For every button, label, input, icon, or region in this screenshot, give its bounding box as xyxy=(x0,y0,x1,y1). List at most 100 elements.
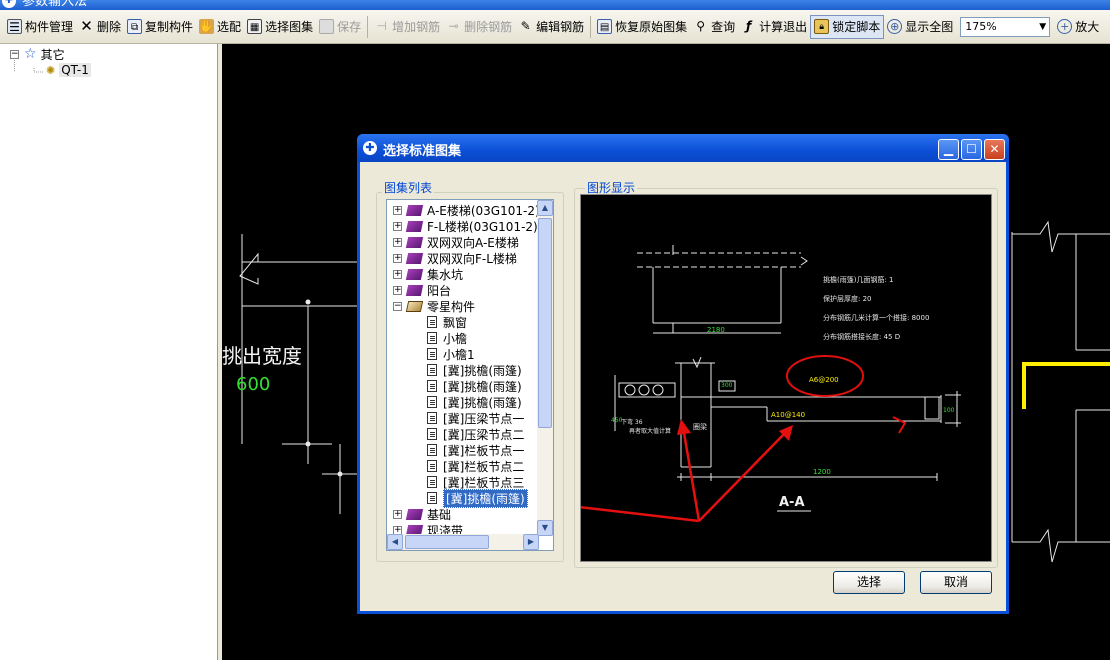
expand-toggle-icon[interactable]: + xyxy=(393,205,402,215)
atlas-item-label: [冀]挑檐(雨篷) xyxy=(443,379,522,394)
expand-toggle-icon[interactable]: + xyxy=(393,221,402,231)
atlas-item-label: 双网双向A-E楼梯 xyxy=(427,235,519,250)
component-tree-panel: − ☆ 其它 ✺ QT-1 xyxy=(0,44,218,660)
maximize-button[interactable]: ☐ xyxy=(961,139,982,160)
atlas-item-label: [冀]挑檐(雨篷) xyxy=(443,395,522,410)
preview-info-4: 分布钢筋搭接长度: 45 D xyxy=(823,333,901,341)
atlas-category-item[interactable]: + A-E楼梯(03G101-2) xyxy=(393,202,540,218)
atlas-item-label: A-E楼梯(03G101-2) xyxy=(427,203,540,218)
expand-toggle-icon[interactable]: + xyxy=(393,237,402,247)
atlas-entry-item[interactable]: [冀]挑檐(雨篷) xyxy=(427,488,528,508)
minimize-button[interactable]: ▁ xyxy=(938,139,959,160)
zoom-in-icon: + xyxy=(1057,19,1073,34)
document-icon xyxy=(427,492,437,504)
atlas-item-label: [冀]挑檐(雨篷) xyxy=(443,363,522,378)
component-manager-button[interactable]: ☰ 构件管理 xyxy=(4,15,76,39)
atlas-entry-item[interactable]: [冀]压梁节点一 xyxy=(427,410,524,426)
document-icon xyxy=(427,364,437,376)
atlas-entry-item[interactable]: [冀]栏板节点一 xyxy=(427,442,524,458)
scroll-down-icon[interactable]: ▼ xyxy=(537,520,553,536)
scroll-left-icon[interactable]: ◀ xyxy=(387,534,403,550)
scroll-right-icon[interactable]: ▶ xyxy=(523,534,539,550)
atlas-category-item[interactable]: + 双网双向A-E楼梯 xyxy=(393,234,519,250)
tree-connector-lines xyxy=(14,58,44,73)
calc-exit-button[interactable]: ƒ 计算退出 xyxy=(738,15,810,39)
tree-horizontal-scrollbar[interactable]: ◀ ▶ xyxy=(387,534,539,550)
atlas-entry-item[interactable]: [冀]压梁节点二 xyxy=(427,426,524,442)
select-atlas-button[interactable]: ▦ 选择图集 xyxy=(244,15,316,39)
expand-toggle-icon[interactable]: + xyxy=(393,285,402,295)
document-icon xyxy=(427,332,437,344)
overhang-width-label: 挑出宽度 xyxy=(222,344,302,368)
atlas-item-label: [冀]压梁节点一 xyxy=(443,411,525,426)
dim-small-label: 100 xyxy=(943,407,955,414)
atlas-category-item[interactable]: + F-L楼梯(03G101-2) xyxy=(393,218,538,234)
atlas-category-item[interactable]: − 零星构件 xyxy=(393,298,475,314)
select-button[interactable]: 选择 xyxy=(833,571,905,594)
fit-view-button[interactable]: ⊕ 显示全图 xyxy=(884,15,956,39)
document-icon xyxy=(427,460,437,472)
atlas-category-item[interactable]: + 基础 xyxy=(393,506,451,522)
document-icon xyxy=(427,380,437,392)
lock-icon: 🔒︎ xyxy=(814,19,830,34)
expand-toggle-icon[interactable]: + xyxy=(393,509,402,519)
close-button[interactable]: ✕ xyxy=(984,139,1005,160)
copy-component-button[interactable]: ⧉ 复制构件 xyxy=(124,15,196,39)
book-icon xyxy=(405,236,424,248)
atlas-entry-item[interactable]: 小檐 xyxy=(427,330,467,346)
edit-rebar-button[interactable]: ✎ 编辑钢筋 xyxy=(515,15,587,39)
delete-button[interactable]: ✕ 删除 xyxy=(76,15,124,39)
save-button[interactable]: 保存 xyxy=(316,15,364,39)
add-rebar-button[interactable]: ⊣ 增加钢筋 xyxy=(371,15,443,39)
collapse-toggle-icon[interactable]: − xyxy=(393,301,402,311)
query-icon: ⚲ xyxy=(696,19,706,33)
zoom-select[interactable]: 175% ▼ xyxy=(960,16,1051,37)
restore-icon: ▤ xyxy=(597,19,613,34)
dialog-app-icon: ✚ xyxy=(363,141,377,155)
atlas-tree[interactable]: + A-E楼梯(03G101-2) + F-L楼梯(03G101-2) + 双网双向A-E… xyxy=(386,199,554,551)
atlas-entry-item[interactable]: [冀]挑檐(雨篷) xyxy=(427,362,522,378)
expand-toggle-icon[interactable]: + xyxy=(393,253,402,263)
atlas-category-item[interactable]: + 双网双向F-L楼梯 xyxy=(393,250,517,266)
copy-icon: ⧉ xyxy=(127,19,143,34)
atlas-item-label: 小檐1 xyxy=(443,347,475,362)
book-icon xyxy=(405,268,424,280)
fit-view-icon: ⊕ xyxy=(887,19,903,34)
expand-toggle-icon[interactable]: + xyxy=(393,269,402,279)
tree-vertical-scrollbar[interactable]: ▲ ▼ xyxy=(537,200,553,536)
preview-info-2: 保护层厚度: 20 xyxy=(823,295,872,303)
atlas-item-label: 阳台 xyxy=(427,283,452,298)
restore-atlas-button[interactable]: ▤ 恢复原始图集 xyxy=(594,15,690,39)
atlas-item-label: [冀]栏板节点一 xyxy=(443,443,525,458)
scroll-thumb[interactable] xyxy=(405,535,489,549)
query-button[interactable]: ⚲ 查询 xyxy=(690,15,738,39)
document-icon xyxy=(427,444,437,456)
scroll-up-icon[interactable]: ▲ xyxy=(537,200,553,216)
atlas-entry-item[interactable]: 飘窗 xyxy=(427,314,467,330)
cancel-button[interactable]: 取消 xyxy=(920,571,992,594)
atlas-entry-item[interactable]: [冀]挑檐(雨篷) xyxy=(427,394,522,410)
scroll-thumb[interactable] xyxy=(538,218,552,428)
lock-script-button[interactable]: 🔒︎ 锁定脚本 xyxy=(810,14,885,39)
overhang-width-value: 600 xyxy=(236,374,271,395)
section-label: A-A xyxy=(779,495,805,510)
document-icon xyxy=(427,316,437,328)
select-match-button[interactable]: ✋ 选配 xyxy=(196,15,244,39)
atlas-item-label: F-L楼梯(03G101-2) xyxy=(427,219,538,234)
edit-rebar-icon: ✎ xyxy=(520,19,531,33)
atlas-category-item[interactable]: + 集水坑 xyxy=(393,266,463,282)
document-icon xyxy=(427,396,437,408)
zoom-in-button[interactable]: + 放大 xyxy=(1054,15,1102,39)
beam-label: 圈梁 xyxy=(693,423,707,431)
remove-rebar-button[interactable]: ⊸ 删除钢筋 xyxy=(443,15,515,39)
atlas-entry-item[interactable]: [冀]挑檐(雨篷) xyxy=(427,378,522,394)
select-atlas-dialog: ✚ 选择标准图集 ▁ ☐ ✕ 图集列表 + A-E楼梯(03G101-2) + F-L… xyxy=(357,134,1009,614)
atlas-entry-item[interactable]: 小檐1 xyxy=(427,346,475,362)
dialog-title-bar[interactable]: ✚ 选择标准图集 ▁ ☐ ✕ xyxy=(357,134,1009,162)
preview-info-1: 挑檐(雨篷)几面钢筋: 1 xyxy=(823,276,894,284)
atlas-item-label: [冀]挑檐(雨篷) xyxy=(443,488,528,508)
dim-left-label: 300 xyxy=(721,382,733,389)
atlas-entry-item[interactable]: [冀]栏板节点二 xyxy=(427,458,524,474)
atlas-category-item[interactable]: + 阳台 xyxy=(393,282,451,298)
book-icon xyxy=(405,220,424,232)
